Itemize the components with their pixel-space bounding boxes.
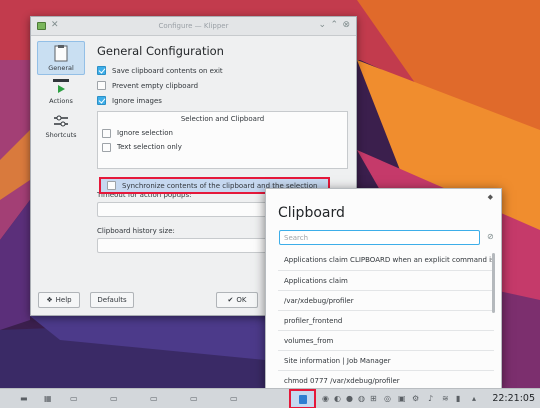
option-label: Prevent empty clipboard [112, 81, 199, 90]
ignore-images-option[interactable]: Ignore images [97, 93, 348, 108]
task-icon[interactable]: ▭ [190, 394, 198, 404]
tray-icon[interactable]: ◍ [358, 394, 365, 404]
prevent-empty-option[interactable]: Prevent empty clipboard [97, 78, 348, 93]
sidebar-item-label: Shortcuts [45, 131, 77, 139]
minimize-icon[interactable]: ⌄ [318, 20, 326, 31]
save-on-exit-checkbox[interactable] [97, 66, 106, 75]
ignore-selection-checkbox[interactable] [102, 128, 111, 138]
clipboard-icon [299, 395, 307, 404]
tray-icon[interactable]: ▣ [398, 394, 406, 404]
pager-icon[interactable]: ▦ [44, 394, 52, 404]
clear-history-icon[interactable]: ⊘ [487, 232, 494, 241]
tray-icon[interactable]: ◐ [334, 394, 341, 404]
option-label: Save clipboard contents on exit [112, 66, 223, 75]
tray-icon[interactable]: ◎ [384, 394, 391, 404]
save-on-exit-option[interactable]: Save clipboard contents on exit [97, 63, 348, 78]
option-label: Text selection only [117, 143, 182, 151]
text-selection-only-option[interactable]: Text selection only [102, 140, 343, 154]
ignore-selection-option[interactable]: Ignore selection [102, 126, 343, 140]
taskbar: ▬ ▦ ▭ ▭ ▭ ▭ ▭ ◉ ◐ ● ◍ ⊞ ◎ ▣ ⚙ ♪ ≋ ▮ ▴ 22… [0, 388, 540, 408]
popup-title: Clipboard [278, 205, 345, 221]
list-item[interactable]: volumes_from [278, 330, 494, 350]
selection-clipboard-group: Selection and Clipboard Ignore selection… [97, 111, 348, 169]
task-icon[interactable]: ▭ [150, 394, 158, 404]
page-title: General Configuration [97, 44, 224, 58]
expand-tray-icon[interactable]: ▴ [472, 394, 476, 404]
synchronize-checkbox[interactable] [107, 181, 116, 190]
klipper-tray-button[interactable] [289, 389, 316, 408]
sidebar-item-general[interactable]: General [37, 41, 85, 75]
volume-icon[interactable]: ♪ [428, 394, 433, 404]
tray-icon[interactable]: ⊞ [370, 394, 377, 404]
clock[interactable]: 22:21:05 [492, 393, 535, 404]
list-item[interactable]: Applications claim CLIPBOARD when an exp… [278, 250, 494, 270]
list-item[interactable]: Applications claim [278, 270, 494, 290]
battery-icon[interactable]: ▮ [456, 394, 460, 404]
sidebar-item-shortcuts[interactable]: Shortcuts [37, 109, 85, 143]
list-item[interactable]: chmod 0777 /var/xdebug/profiler [278, 370, 494, 388]
window-titlebar[interactable]: ✕ Configure — Klipper ⌄ ⌃ ⊗ [31, 17, 356, 36]
help-icon: ❖ [46, 296, 53, 304]
list-item[interactable]: Site information | Job Manager [278, 350, 494, 370]
shortcuts-icon [54, 115, 68, 127]
history-size-field[interactable] [97, 238, 267, 253]
group-title: Selection and Clipboard [180, 115, 265, 123]
ignore-images-checkbox[interactable] [97, 96, 106, 105]
pin-icon[interactable]: ◆ [488, 193, 493, 201]
list-item[interactable]: /var/xdebug/profiler [278, 290, 494, 310]
prevent-empty-checkbox[interactable] [97, 81, 106, 90]
sidebar-item-actions[interactable]: Actions [37, 75, 85, 109]
clipboard-history-list: Applications claim CLIPBOARD when an exp… [278, 250, 494, 388]
check-icon: ✔ [227, 296, 234, 304]
task-icon[interactable]: ▭ [230, 394, 238, 404]
clipboard-popup: ◆ Clipboard Search ⊘ Applications claim … [265, 188, 502, 389]
tray-icon[interactable]: ⚙ [412, 394, 419, 404]
sidebar-item-label: General [48, 64, 74, 72]
option-label: Ignore selection [117, 129, 173, 137]
search-input[interactable]: Search [279, 230, 480, 245]
task-icon[interactable]: ▭ [70, 394, 78, 404]
scrollbar[interactable] [492, 253, 495, 313]
ok-button[interactable]: ✔ OK [216, 292, 258, 308]
tray-icon[interactable]: ● [346, 394, 353, 404]
actions-icon [53, 79, 69, 93]
help-button[interactable]: ❖ Help [38, 292, 80, 308]
defaults-button[interactable]: Defaults [90, 292, 134, 308]
option-label: Ignore images [112, 96, 162, 105]
general-settings-icon [54, 45, 68, 62]
wifi-icon[interactable]: ≋ [442, 394, 449, 404]
config-sidebar: General Actions Shortcuts [37, 41, 85, 143]
timeout-field[interactable] [97, 202, 267, 217]
launcher-icon[interactable]: ▬ [20, 394, 28, 404]
list-item[interactable]: profiler_frontend [278, 310, 494, 330]
task-icon[interactable]: ▭ [110, 394, 118, 404]
text-selection-only-checkbox[interactable] [102, 142, 111, 152]
window-title: Configure — Klipper [158, 22, 229, 30]
tray-icon[interactable]: ◉ [322, 394, 329, 404]
sidebar-item-label: Actions [49, 97, 73, 105]
maximize-icon[interactable]: ⌃ [330, 20, 338, 31]
close-icon[interactable]: ⊗ [342, 20, 350, 31]
